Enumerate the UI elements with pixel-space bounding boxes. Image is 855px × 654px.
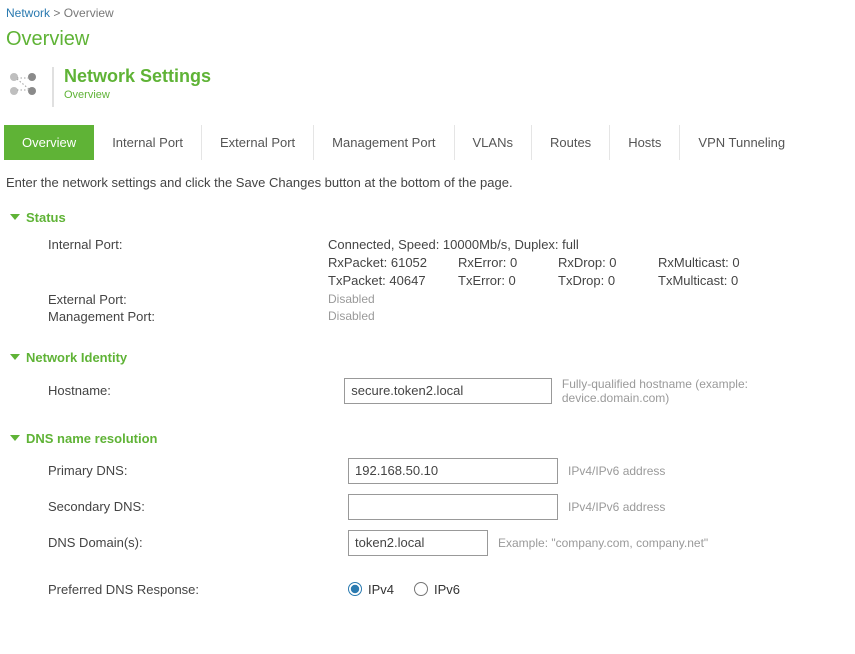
hostname-hint: Fully-qualified hostname (example: devic… <box>562 377 855 405</box>
tx-drop: TxDrop: 0 <box>558 273 658 288</box>
radio-ipv6[interactable] <box>414 582 428 596</box>
dns-domains-input[interactable] <box>348 530 488 556</box>
tab-vlans[interactable]: VLANs <box>455 125 532 160</box>
breadcrumb-root-link[interactable]: Network <box>6 6 50 20</box>
radio-ipv6-label[interactable]: IPv6 <box>414 582 460 597</box>
primary-dns-label: Primary DNS: <box>48 463 348 478</box>
chevron-down-icon <box>10 214 20 220</box>
status-management-label: Management Port: <box>48 309 328 324</box>
section-status-header[interactable]: Status <box>4 210 855 225</box>
section-dns-header[interactable]: DNS name resolution <box>4 431 855 446</box>
tab-routes[interactable]: Routes <box>532 125 610 160</box>
breadcrumb-sep: > <box>50 6 64 20</box>
network-icon <box>6 67 42 103</box>
dns-domains-label: DNS Domain(s): <box>48 535 348 550</box>
rx-error: RxError: 0 <box>458 255 558 270</box>
radio-ipv4-text: IPv4 <box>368 582 394 597</box>
section-dns: DNS name resolution Primary DNS: IPv4/IP… <box>4 431 855 597</box>
tab-hosts[interactable]: Hosts <box>610 125 680 160</box>
primary-dns-hint: IPv4/IPv6 address <box>568 464 665 478</box>
instruction-text: Enter the network settings and click the… <box>6 175 855 190</box>
rx-drop: RxDrop: 0 <box>558 255 658 270</box>
primary-dns-input[interactable] <box>348 458 558 484</box>
status-external-value: Disabled <box>328 292 855 306</box>
rx-packet: RxPacket: 61052 <box>328 255 458 270</box>
tab-internal-port[interactable]: Internal Port <box>94 125 202 160</box>
section-status: Status Internal Port: Connected, Speed: … <box>4 210 855 324</box>
header-subtitle: Overview <box>52 87 211 107</box>
hostname-label: Hostname: <box>48 383 344 398</box>
tab-external-port[interactable]: External Port <box>202 125 314 160</box>
radio-ipv4-label[interactable]: IPv4 <box>348 582 394 597</box>
secondary-dns-hint: IPv4/IPv6 address <box>568 500 665 514</box>
tx-packet: TxPacket: 40647 <box>328 273 458 288</box>
section-identity-title: Network Identity <box>26 350 127 365</box>
section-identity-header[interactable]: Network Identity <box>4 350 855 365</box>
tabs: Overview Internal Port External Port Man… <box>4 125 855 161</box>
secondary-dns-input[interactable] <box>348 494 558 520</box>
section-dns-title: DNS name resolution <box>26 431 157 446</box>
header-block: Network Settings Overview <box>4 67 855 107</box>
tab-management-port[interactable]: Management Port <box>314 125 454 160</box>
header-title: Network Settings <box>52 67 211 87</box>
status-internal-summary: Connected, Speed: 10000Mb/s, Duplex: ful… <box>328 237 855 252</box>
section-identity: Network Identity Hostname: Fully-qualifi… <box>4 350 855 405</box>
chevron-down-icon <box>10 354 20 360</box>
radio-ipv4[interactable] <box>348 582 362 596</box>
tab-vpn-tunneling[interactable]: VPN Tunneling <box>680 125 803 160</box>
chevron-down-icon <box>10 435 20 441</box>
dns-domains-hint: Example: "company.com, company.net" <box>498 536 708 550</box>
status-management-value: Disabled <box>328 309 855 323</box>
breadcrumb: Network > Overview <box>4 6 855 20</box>
status-external-label: External Port: <box>48 292 328 307</box>
page-title: Overview <box>4 28 855 51</box>
section-status-title: Status <box>26 210 66 225</box>
tx-multicast: TxMulticast: 0 <box>658 273 778 288</box>
radio-ipv6-text: IPv6 <box>434 582 460 597</box>
hostname-input[interactable] <box>344 378 552 404</box>
preferred-dns-label: Preferred DNS Response: <box>48 582 348 597</box>
tx-error: TxError: 0 <box>458 273 558 288</box>
status-internal-label: Internal Port: <box>48 237 328 252</box>
rx-multicast: RxMulticast: 0 <box>658 255 778 270</box>
tab-overview[interactable]: Overview <box>4 125 94 160</box>
breadcrumb-current: Overview <box>64 6 114 20</box>
secondary-dns-label: Secondary DNS: <box>48 499 348 514</box>
